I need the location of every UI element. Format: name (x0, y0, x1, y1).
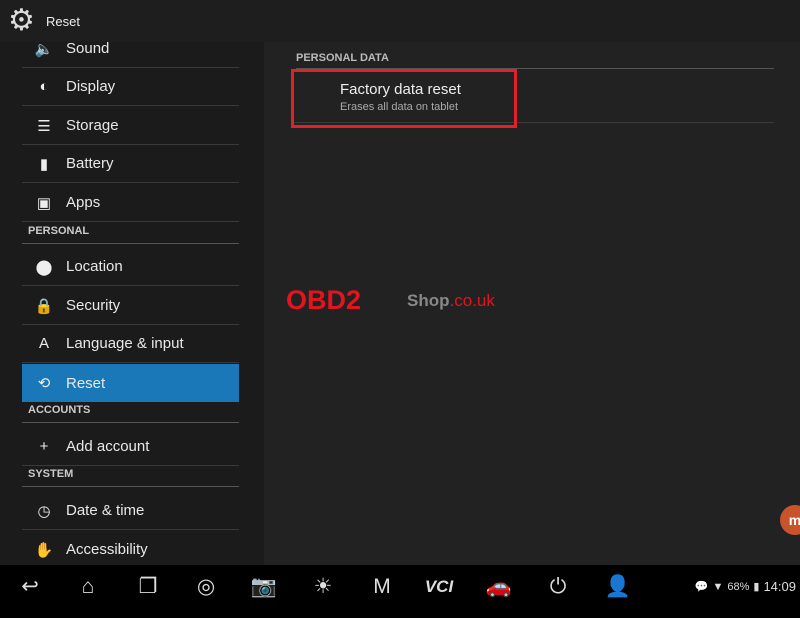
location-icon: ⬤ (35, 258, 53, 276)
camera-icon[interactable]: 📷 (246, 573, 282, 601)
sidebar-item-label: Battery (66, 155, 114, 172)
sidebar-item-battery[interactable]: ▮ Battery (22, 145, 239, 183)
status-area: 💬 ▼ 68% ▮ 14:09 (695, 579, 796, 594)
sidebar-item-date-time[interactable]: ◷ Date & time (22, 492, 239, 530)
battery-icon: ▮ (753, 581, 760, 593)
sidebar-item-location[interactable]: ⬤ Location (22, 248, 239, 286)
lock-icon: 🔒 (34, 297, 54, 315)
page-title: Reset (46, 13, 80, 29)
sidebar-item-label: Date & time (66, 502, 145, 519)
sidebar-item-label: Reset (66, 374, 106, 392)
home-icon[interactable]: ⌂ (70, 573, 106, 601)
tpms-icon[interactable]: ⏻ (540, 573, 576, 601)
speaker-icon: 🔈 (34, 42, 54, 58)
section-header: ACCOUNTS (22, 404, 239, 423)
sidebar-item-label: Location (66, 258, 123, 275)
sidebar-item-label: Security (66, 297, 121, 314)
sidebar-item-display[interactable]: ◐ Display (22, 68, 239, 106)
sidebar-item-accessibility[interactable]: ✋ Accessibility (22, 531, 239, 565)
apps-icon: ▣ (36, 194, 52, 212)
language-icon: A (38, 335, 49, 352)
highlight-box (291, 69, 517, 128)
back-icon[interactable]: ↩ (12, 573, 48, 601)
sidebar-item-apps[interactable]: ▣ Apps (22, 184, 239, 222)
storage-icon: ☰ (37, 117, 51, 135)
section-header: PERSONAL DATA (296, 52, 774, 69)
watermark-text: Shop (407, 290, 450, 310)
sidebar-item-label: Add account (66, 438, 150, 455)
sidebar-item-language-input[interactable]: A Language & input (22, 325, 239, 363)
sidebar-item-sound[interactable]: 🔈 Sound (22, 42, 239, 68)
sidebar-item-add-account[interactable]: + Add account (22, 428, 239, 466)
maxifix-icon[interactable]: M (364, 573, 400, 601)
battery-level: 68% (727, 580, 750, 593)
sidebar-item-label: Display (66, 78, 116, 95)
message-icon: 💬 (694, 581, 709, 593)
watermark-text: OBD2 (286, 285, 362, 315)
section-header: PERSONAL (22, 225, 239, 244)
gear-icon[interactable]: ⚙ (8, 6, 38, 36)
navigation-bar: 💬 ▼ 68% ▮ 14:09 ↩ ⌂ ❐ ◎ 📷 ☀ M VCI 🚗 ⏻ 👤 (0, 565, 800, 618)
wifi-icon: ▼ (712, 580, 724, 593)
watermark-text: .co.uk (449, 290, 495, 310)
service-icon[interactable]: 👤 (600, 573, 636, 601)
sidebar-item-label: Sound (66, 42, 110, 57)
chrome-icon[interactable]: ◎ (188, 573, 224, 601)
hand-icon: ✋ (34, 541, 54, 559)
brightness-icon: ◐ (39, 78, 49, 95)
vci-icon[interactable]: VCI (421, 573, 457, 601)
sidebar-item-reset[interactable]: ⟲ Reset (22, 364, 239, 402)
watermark-logo: OBD2 Shop .co.uk (286, 285, 495, 316)
sidebar-item-label: Accessibility (66, 541, 148, 558)
sidebar-item-security[interactable]: 🔒 Security (22, 287, 239, 325)
action-bar: ⚙ Reset (0, 0, 800, 42)
sidebar-item-storage[interactable]: ☰ Storage (22, 107, 239, 145)
sidebar-item-label: Apps (66, 194, 101, 211)
car-icon[interactable]: 🚗 (481, 573, 517, 601)
sidebar-item-label: Storage (66, 117, 119, 134)
clock-icon: ◷ (37, 502, 51, 520)
display-settings-icon[interactable]: ☀ (305, 573, 341, 601)
section-header: SYSTEM (22, 468, 239, 487)
recent-apps-icon[interactable]: ❐ (130, 573, 166, 601)
clock: 14:09 (763, 579, 796, 594)
plus-icon: + (39, 438, 49, 455)
reset-icon: ⟲ (37, 375, 51, 392)
battery-icon: ▮ (39, 155, 49, 173)
settings-sidebar: 🔈 Sound ◐ Display ☰ Storage ▮ Battery ▣ Apps ⬤ Loca… (0, 42, 264, 565)
sidebar-item-label: Language & input (66, 335, 184, 352)
